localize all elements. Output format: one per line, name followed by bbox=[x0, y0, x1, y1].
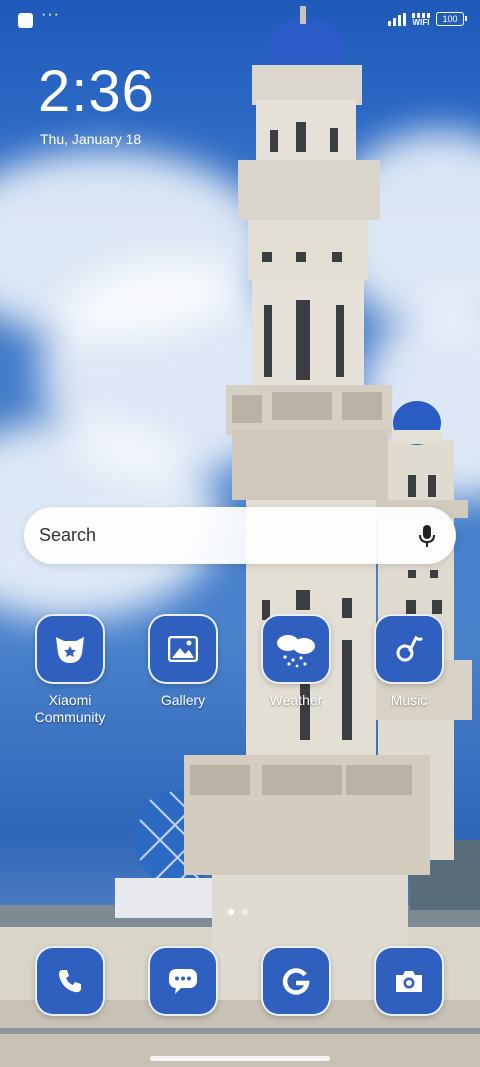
camera-icon bbox=[374, 946, 444, 1016]
app-label: Music bbox=[390, 692, 428, 708]
google-icon bbox=[261, 946, 331, 1016]
app-weather[interactable]: Weather bbox=[246, 614, 346, 709]
page-indicator bbox=[228, 909, 248, 915]
more-notifications-icon: ··· bbox=[41, 6, 60, 23]
messages-icon bbox=[148, 946, 218, 1016]
weather-icon bbox=[261, 614, 331, 684]
xiaomi-community-icon bbox=[35, 614, 105, 684]
battery-level: 100 bbox=[442, 14, 458, 24]
app-label: Gallery bbox=[160, 692, 206, 708]
dock-phone[interactable] bbox=[20, 946, 120, 1016]
gallery-icon bbox=[148, 614, 218, 684]
battery-icon: 100 bbox=[436, 12, 467, 26]
notification-icon bbox=[18, 13, 33, 28]
app-gallery[interactable]: Gallery bbox=[133, 614, 233, 709]
dock-google[interactable] bbox=[246, 946, 346, 1016]
page-dot bbox=[242, 909, 248, 915]
date[interactable]: Thu, January 18 bbox=[40, 131, 141, 147]
status-bar: ··· WIFI 100 bbox=[0, 0, 480, 40]
app-label: Xiaomi Community bbox=[34, 692, 106, 725]
search-bar[interactable]: Search bbox=[24, 507, 456, 564]
app-music[interactable]: Music bbox=[359, 614, 459, 709]
dock-messages[interactable] bbox=[133, 946, 233, 1016]
signal-icon-2: WIFI bbox=[412, 12, 430, 27]
signal-icon bbox=[388, 12, 406, 26]
page-dot-active bbox=[228, 909, 234, 915]
search-placeholder: Search bbox=[39, 525, 97, 545]
dock-camera[interactable] bbox=[359, 946, 459, 1016]
microphone-icon[interactable] bbox=[418, 524, 436, 548]
music-icon bbox=[374, 614, 444, 684]
app-label: Weather bbox=[269, 692, 323, 708]
phone-icon bbox=[35, 946, 105, 1016]
clock[interactable]: 2:36 bbox=[38, 58, 155, 125]
app-xiaomi-community[interactable]: Xiaomi Community bbox=[20, 614, 120, 726]
wifi-label: WIFI bbox=[412, 17, 430, 27]
home-indicator[interactable] bbox=[150, 1056, 330, 1061]
